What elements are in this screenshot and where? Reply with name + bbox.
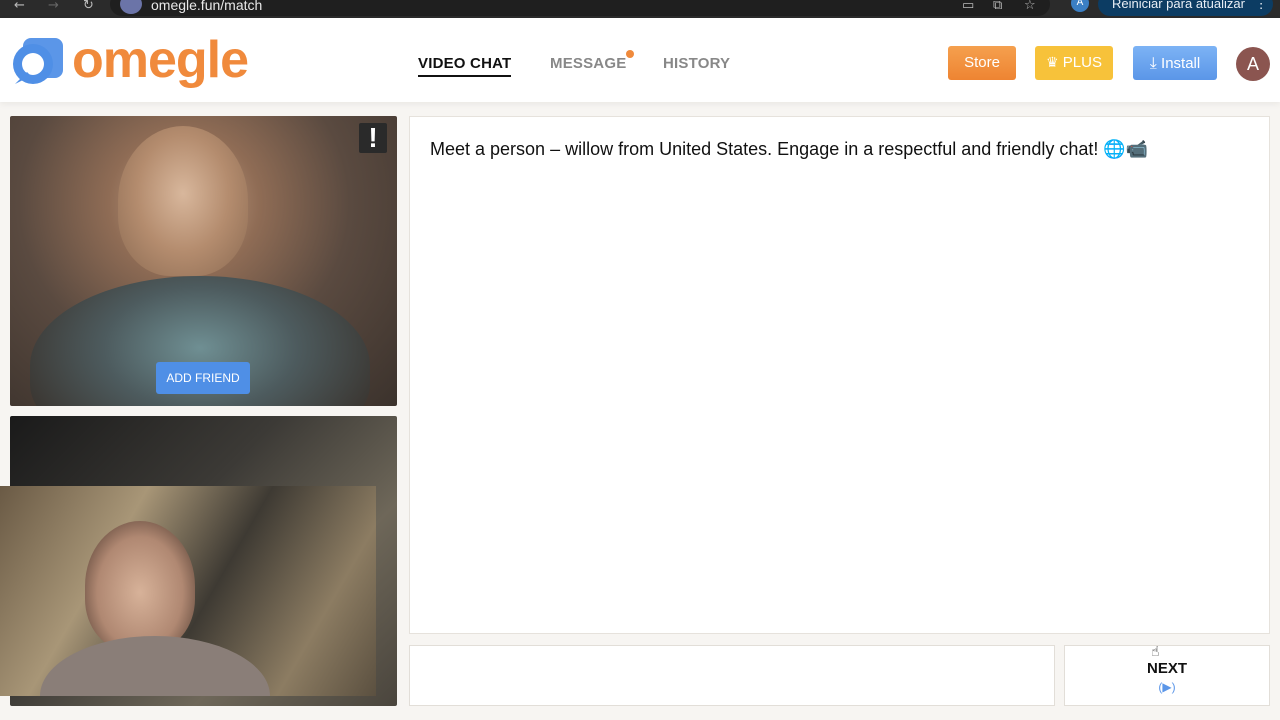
install-icon: ⤓ <box>1149 53 1157 72</box>
plus-label: PLUS <box>1062 54 1102 71</box>
cast-icon[interactable]: ▭ <box>962 0 974 14</box>
crown-icon: ♛ <box>1046 55 1059 71</box>
update-browser-button[interactable]: Reiniciar para atualizar ⋮ <box>1098 0 1273 16</box>
system-message: Meet a person – willow from United State… <box>430 139 1149 159</box>
next-label: NEXT <box>1146 660 1187 677</box>
url-text[interactable]: omegle.fun/match <box>151 0 262 13</box>
install-button[interactable]: ⤓ Install <box>1133 46 1217 80</box>
mouse-cursor-icon: ☝ <box>1151 644 1160 660</box>
self-person-body <box>40 636 270 696</box>
message-notification-dot <box>626 50 634 58</box>
add-friend-button[interactable]: ADD FRIEND <box>156 362 250 394</box>
chat-log: Meet a person – willow from United State… <box>409 116 1270 634</box>
self-person-head <box>85 521 195 651</box>
next-button[interactable]: NEXT (▶) <box>1064 645 1270 706</box>
site-header: omegle VIDEO CHAT MESSAGE HISTORY Store … <box>0 18 1280 102</box>
browser-toolbar: ← → ↻ omegle.fun/match ▭ ⧉ ☆ A Reiniciar… <box>0 0 1280 18</box>
plus-button[interactable]: ♛ PLUS <box>1035 46 1113 80</box>
user-avatar[interactable]: A <box>1236 47 1270 81</box>
next-play-icon: (▶) <box>1158 680 1176 694</box>
nav-video-chat[interactable]: VIDEO CHAT <box>418 55 511 72</box>
omegle-logo-icon[interactable] <box>9 34 67 92</box>
forward-icon[interactable]: → <box>48 0 59 14</box>
report-icon[interactable]: ! <box>359 123 387 153</box>
install-label: Install <box>1161 55 1201 72</box>
store-button[interactable]: Store <box>948 46 1016 80</box>
active-nav-underline <box>418 75 511 77</box>
logo-text[interactable]: omegle <box>72 30 249 90</box>
browser-menu-icon: ⋮ <box>1254 0 1268 11</box>
browser-profile-icon[interactable]: A <box>1071 0 1089 12</box>
update-label: Reiniciar para atualizar <box>1112 0 1245 11</box>
webcam-overlay <box>0 486 376 696</box>
back-icon[interactable]: ← <box>14 0 25 14</box>
nav-history[interactable]: HISTORY <box>663 55 730 72</box>
translate-icon[interactable]: ⧉ <box>993 0 1002 14</box>
nav-message[interactable]: MESSAGE <box>550 55 626 72</box>
reload-icon[interactable]: ↻ <box>83 0 94 14</box>
message-input[interactable] <box>409 645 1055 706</box>
bookmark-star-icon[interactable]: ☆ <box>1024 0 1036 14</box>
stranger-person <box>118 126 248 276</box>
